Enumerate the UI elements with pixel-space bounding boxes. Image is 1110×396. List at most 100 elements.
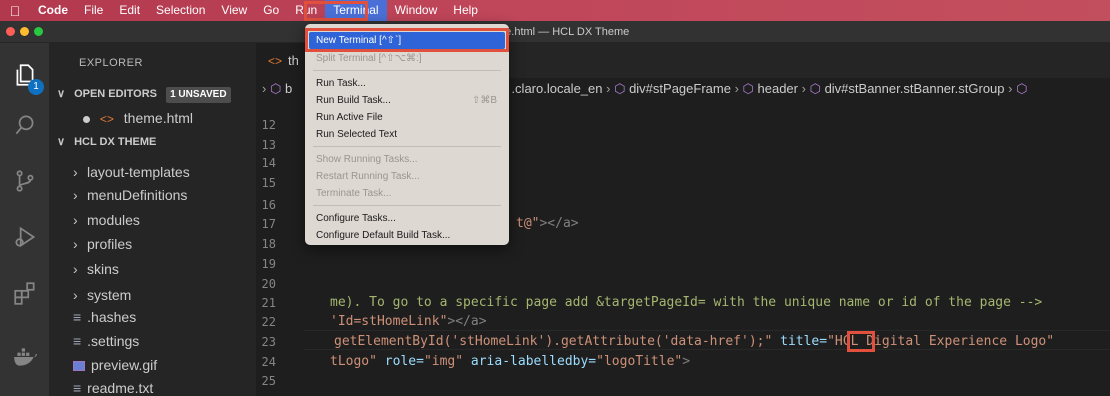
menu-file[interactable]: File xyxy=(76,0,111,21)
folder-item[interactable]: › skins xyxy=(49,258,256,280)
apple-icon[interactable]:  xyxy=(0,3,30,19)
unsaved-badge: 1 UNSAVED xyxy=(166,87,231,103)
explorer-badge: 1 xyxy=(28,79,44,95)
line-number: 15 xyxy=(261,176,276,190)
run-build-task-shortcut: ⇧⌘B xyxy=(471,95,497,106)
menu-help[interactable]: Help xyxy=(445,0,486,21)
line-number: 13 xyxy=(261,138,276,152)
activity-bar: 1 xyxy=(0,43,49,396)
run-build-task-label: Run Build Task... xyxy=(316,95,391,106)
code-line: 'Id=stHomeLink"></a> xyxy=(330,314,487,329)
file-item[interactable]: preview.gif xyxy=(49,354,256,376)
file-label: preview.gif xyxy=(91,357,158,373)
code-line: t@"></a> xyxy=(516,216,579,231)
element-icon: ⬡ xyxy=(809,81,821,96)
docker-icon xyxy=(13,348,37,366)
run-active-file-item[interactable]: Run Active File xyxy=(305,109,509,126)
open-editor-label: theme.html xyxy=(123,110,194,126)
folder-label: layout-templates xyxy=(87,164,190,180)
unsaved-dot-icon xyxy=(83,115,90,123)
menu-edit[interactable]: Edit xyxy=(111,0,148,21)
search-icon xyxy=(15,115,33,135)
split-terminal-item: Split Terminal [^⇧⌥⌘:] xyxy=(316,53,422,64)
folder-item[interactable]: › modules xyxy=(49,209,256,231)
line-number: 22 xyxy=(261,315,276,329)
chevron-right-icon: › xyxy=(73,187,78,203)
breadcrumb-separator-icon: › xyxy=(262,81,267,96)
breadcrumb-separator-icon: › xyxy=(606,81,615,96)
folder-item[interactable]: › profiles xyxy=(49,233,256,255)
hcl-highlight-box xyxy=(847,331,875,352)
tab-label: th xyxy=(288,53,299,68)
source-control-icon xyxy=(16,170,33,192)
new-terminal-highlight-box xyxy=(305,28,509,52)
folder-item[interactable]: › layout-templates xyxy=(49,161,256,183)
open-editor-item[interactable]: <> theme.html xyxy=(49,107,256,129)
menu-app-name[interactable]: Code xyxy=(30,0,76,21)
text-file-icon: ≡ xyxy=(73,333,82,349)
breadcrumb-item[interactable]: div#stPageFrame xyxy=(629,81,731,96)
menu-window[interactable]: Window xyxy=(387,0,446,21)
html-file-icon: <> xyxy=(268,54,283,68)
element-icon: ⬡ xyxy=(269,81,282,96)
line-number: 17 xyxy=(261,217,276,231)
folder-label: menuDefinitions xyxy=(87,187,188,203)
explorer-activity[interactable]: 1 xyxy=(0,51,49,99)
breadcrumb-item[interactable]: b xyxy=(285,81,292,96)
breadcrumb-separator-icon: › xyxy=(801,81,810,96)
file-label: .hashes xyxy=(87,309,137,325)
chevron-right-icon: › xyxy=(73,164,78,180)
run-selected-text-item[interactable]: Run Selected Text xyxy=(305,126,509,143)
breadcrumb-separator-icon: › xyxy=(1008,81,1017,96)
zoom-window-button[interactable] xyxy=(34,27,43,36)
folder-item[interactable]: › menuDefinitions xyxy=(49,184,256,206)
file-item[interactable]: ≡ readme.txt xyxy=(49,377,256,396)
line-number: 12 xyxy=(261,118,276,132)
configure-tasks-item[interactable]: Configure Tasks... xyxy=(305,210,509,227)
line-number: 25 xyxy=(261,374,276,388)
menu-separator xyxy=(313,205,501,206)
file-label: .settings xyxy=(87,333,140,349)
terminal-menu-highlight-box xyxy=(304,1,368,21)
source-control-activity[interactable] xyxy=(0,157,49,205)
file-item[interactable]: ≡ .settings xyxy=(49,330,256,352)
folder-label: profiles xyxy=(87,236,133,252)
search-activity[interactable] xyxy=(0,101,49,149)
open-editors-section[interactable]: ∨ OPEN EDITORS 1 UNSAVED xyxy=(49,83,256,105)
code-line: me). To go to a specific page add &targe… xyxy=(330,295,1043,310)
show-running-tasks-item: Show Running Tasks... xyxy=(316,154,418,165)
folder-label: system xyxy=(87,287,132,303)
text-file-icon: ≡ xyxy=(73,309,82,325)
docker-activity[interactable] xyxy=(0,333,49,381)
text-file-icon: ≡ xyxy=(73,380,82,396)
run-build-task-item[interactable]: Run Build Task... ⇧⌘B xyxy=(305,92,509,109)
folder-label: modules xyxy=(87,212,140,228)
line-number-gutter: 12 13 14 15 16 17 18 19 20 21 22 23 24 2… xyxy=(256,100,304,396)
folder-item[interactable]: › system xyxy=(49,284,256,306)
extensions-activity[interactable] xyxy=(0,269,49,317)
restart-running-task-item: Restart Running Task... xyxy=(316,171,420,182)
chevron-right-icon: › xyxy=(73,287,78,303)
run-task-item[interactable]: Run Task... xyxy=(305,75,509,92)
element-icon: ⬡ xyxy=(1016,81,1028,96)
breadcrumb-separator-icon: › xyxy=(734,81,743,96)
menu-go[interactable]: Go xyxy=(255,0,287,21)
breadcrumb-item[interactable]: header xyxy=(758,81,798,96)
minimize-window-button[interactable] xyxy=(20,27,29,36)
line-number: 14 xyxy=(261,156,276,170)
project-section[interactable]: ∨ HCL DX THEME xyxy=(49,131,256,153)
run-debug-activity[interactable] xyxy=(0,213,49,261)
configure-default-build-task-item[interactable]: Configure Default Build Task... xyxy=(305,227,509,244)
line-number: 18 xyxy=(261,237,276,251)
menu-bar:  Code File Edit Selection View Go Run T… xyxy=(0,0,1110,21)
breadcrumb-item[interactable]: div#stBanner.stBanner.stGroup xyxy=(825,81,1005,96)
file-item[interactable]: ≡ .hashes xyxy=(49,306,256,328)
explorer-title: EXPLORER xyxy=(79,57,143,69)
menu-selection[interactable]: Selection xyxy=(148,0,213,21)
window-title-bar: theme.html — HCL DX Theme xyxy=(0,21,1110,43)
menu-view[interactable]: View xyxy=(213,0,255,21)
close-window-button[interactable] xyxy=(6,27,15,36)
file-label: readme.txt xyxy=(87,380,154,396)
breadcrumb-item[interactable]: .claro.locale_en xyxy=(511,81,602,96)
html-file-icon: <> xyxy=(99,112,114,126)
